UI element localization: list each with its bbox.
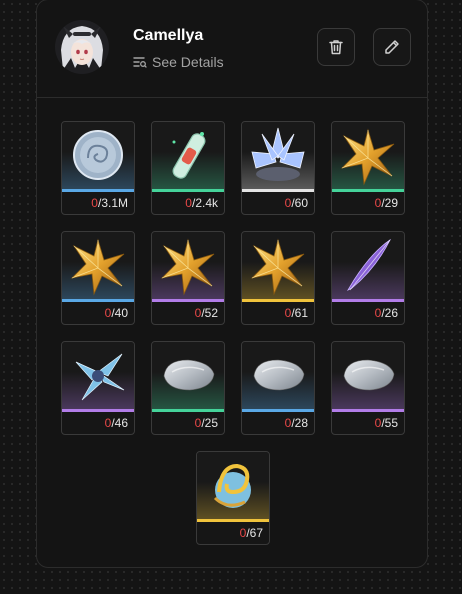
rarity-bar	[332, 189, 404, 192]
material-count: 0/25	[195, 416, 218, 430]
material-count: 0/60	[285, 196, 308, 210]
material-need: /52	[201, 306, 218, 320]
material-need: /2.4k	[191, 196, 218, 210]
list-search-icon	[133, 56, 147, 68]
edit-button[interactable]	[373, 28, 411, 66]
rarity-bar	[332, 409, 404, 412]
iridescent-ingot-image	[343, 359, 395, 391]
material-need: /28	[291, 416, 308, 430]
material-need: /60	[291, 196, 308, 210]
rarity-bar	[62, 409, 134, 412]
card-header: Camellya See Details	[37, 0, 427, 98]
material-count: 0/52	[195, 306, 218, 320]
material-have: 0	[91, 196, 98, 210]
material-slot[interactable]: 0/29	[331, 121, 405, 215]
material-need: /46	[111, 416, 128, 430]
rarity-bar	[332, 299, 404, 302]
material-count: 0/29	[375, 196, 398, 210]
material-slot[interactable]: 0/3.1M	[61, 121, 135, 215]
material-need: /25	[201, 416, 218, 430]
material-art	[332, 232, 404, 299]
material-need: /29	[381, 196, 398, 210]
rarity-bar	[197, 519, 269, 522]
gold-star-gold-image	[250, 238, 305, 296]
bronze-ingot-image	[253, 359, 305, 391]
delete-button[interactable]	[317, 28, 355, 66]
material-slot[interactable]: 0/67	[196, 451, 270, 545]
vial-item-image	[172, 132, 206, 179]
material-row: 0/46 0/25 0/28 0/55	[61, 341, 405, 435]
blue-crystal-cluster-image	[75, 353, 125, 401]
material-count: 0/28	[285, 416, 308, 430]
material-slot[interactable]: 0/61	[241, 231, 315, 325]
material-count: 0/26	[375, 306, 398, 320]
shell-credit-coin-image	[73, 130, 123, 180]
material-slot[interactable]: 0/2.4k	[151, 121, 225, 215]
character-avatar	[55, 20, 109, 74]
material-art	[197, 452, 269, 519]
rarity-bar	[242, 299, 314, 302]
crystal-flower-image	[251, 127, 305, 181]
material-art	[152, 342, 224, 409]
material-slot[interactable]: 0/46	[61, 341, 135, 435]
pencil-icon	[383, 38, 401, 56]
gold-star-green-image	[340, 128, 395, 186]
rarity-bar	[152, 189, 224, 192]
material-need: /61	[291, 306, 308, 320]
material-have: 0	[185, 196, 192, 210]
material-row: 0/3.1M 0/2.4k 0/60 0/29	[61, 121, 405, 215]
material-count: 0/40	[105, 306, 128, 320]
golden-swirl-orb-image	[213, 463, 251, 508]
rarity-bar	[242, 409, 314, 412]
material-slot[interactable]: 0/55	[331, 341, 405, 435]
material-art	[242, 342, 314, 409]
material-art	[62, 232, 134, 299]
material-count: 0/55	[375, 416, 398, 430]
material-count: 0/67	[240, 526, 263, 540]
material-count: 0/46	[105, 416, 128, 430]
see-details-label: See Details	[152, 54, 224, 70]
rarity-bar	[152, 409, 224, 412]
material-need: /40	[111, 306, 128, 320]
character-name: Camellya	[133, 27, 204, 44]
material-need: /55	[381, 416, 398, 430]
material-count: 0/3.1M	[91, 196, 128, 210]
material-art	[332, 122, 404, 189]
material-row: 0/40 0/52 0/61 0/26	[61, 231, 405, 325]
gold-star-purple-image	[160, 238, 215, 296]
rarity-bar	[152, 299, 224, 302]
material-count: 0/2.4k	[185, 196, 218, 210]
silver-ingot-image	[163, 359, 215, 391]
material-slot[interactable]: 0/26	[331, 231, 405, 325]
material-grid: 0/3.1M 0/2.4k 0/60 0/29 0/40 0/52 0/61 0…	[61, 121, 405, 561]
trash-icon	[327, 38, 345, 56]
material-art	[152, 122, 224, 189]
material-art	[62, 342, 134, 409]
material-count: 0/61	[285, 306, 308, 320]
material-art	[242, 122, 314, 189]
gold-star-blue-image	[70, 238, 125, 296]
material-art	[332, 342, 404, 409]
material-need: /67	[246, 526, 263, 540]
rarity-bar	[62, 189, 134, 192]
see-details-link[interactable]: See Details	[133, 54, 224, 70]
material-art	[152, 232, 224, 299]
material-art	[242, 232, 314, 299]
purple-feather-image	[346, 238, 392, 291]
material-slot[interactable]: 0/28	[241, 341, 315, 435]
material-slot[interactable]: 0/40	[61, 231, 135, 325]
rarity-bar	[242, 189, 314, 192]
material-need: /3.1M	[97, 196, 128, 210]
rarity-bar	[62, 299, 134, 302]
material-art	[62, 122, 134, 189]
character-card: Camellya See Details 0/3.1M 0/2.4k 0/60 …	[36, 0, 428, 568]
material-slot[interactable]: 0/52	[151, 231, 225, 325]
material-slot[interactable]: 0/25	[151, 341, 225, 435]
material-slot[interactable]: 0/60	[241, 121, 315, 215]
material-need: /26	[381, 306, 398, 320]
material-row: 0/67	[61, 451, 405, 545]
